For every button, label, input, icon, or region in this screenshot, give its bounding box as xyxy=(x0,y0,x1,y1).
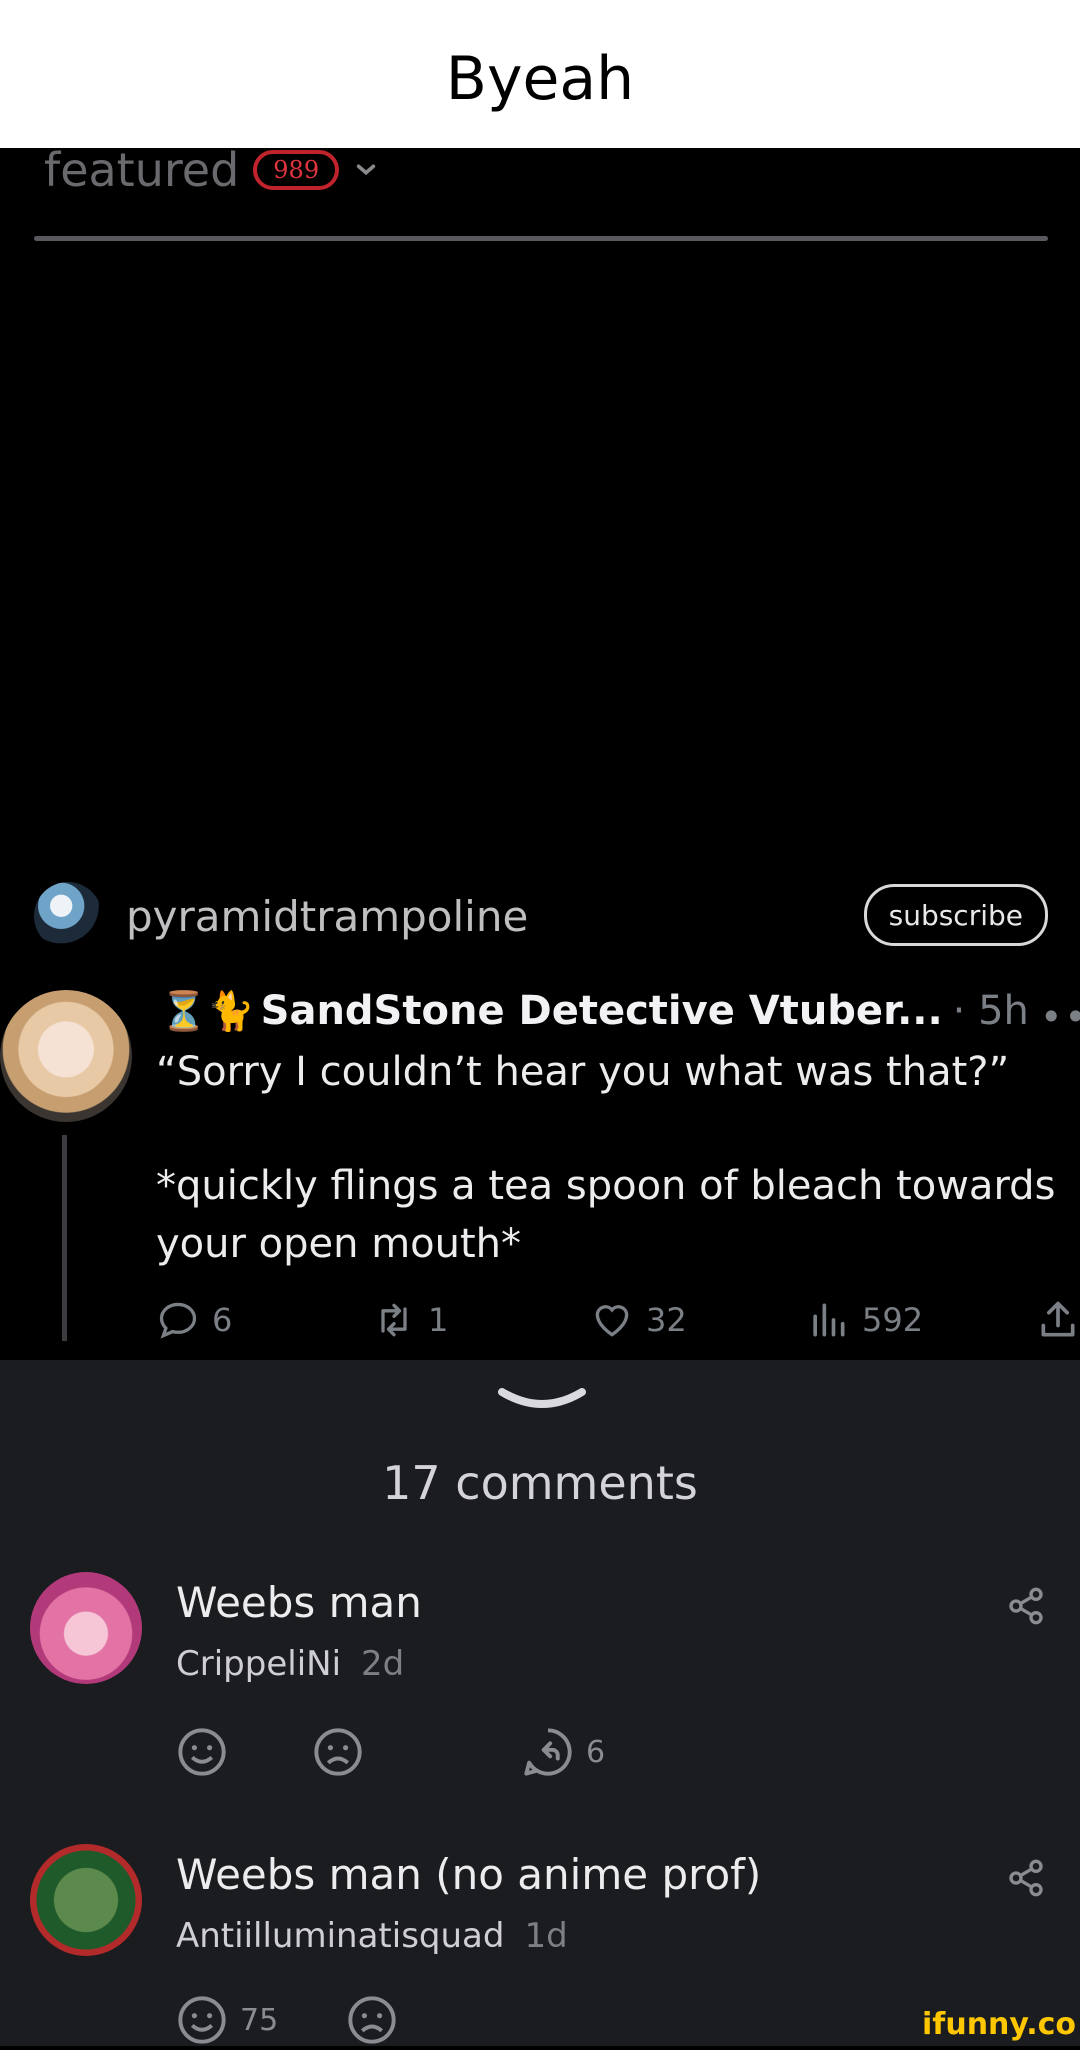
smile-icon xyxy=(178,1996,226,2044)
count-badge: 989 xyxy=(253,150,340,190)
reply-count: 6 xyxy=(212,1301,233,1339)
upload-share-icon xyxy=(1041,1301,1075,1337)
reply-bubble-icon xyxy=(524,1728,572,1776)
post-author-row: pyramidtrampoline subscribe xyxy=(34,880,1048,952)
top-bar: Byeah xyxy=(0,0,1080,148)
author-username[interactable]: pyramidtrampoline xyxy=(126,892,528,941)
heart-icon xyxy=(595,1305,629,1337)
share-action xyxy=(1036,1298,1080,1342)
comment-meta: Antiilluminatisquad 1d xyxy=(176,1916,568,1956)
tweet-line: “Sorry I couldn’t hear you what was that… xyxy=(156,1049,1010,1095)
tweet-header: ⏳🐈 SandStone Detective Vtuber... · 5h xyxy=(160,985,1029,1037)
chevron-down-icon[interactable] xyxy=(355,159,377,181)
like-count: 32 xyxy=(646,1301,687,1339)
comment-avatar[interactable] xyxy=(30,1572,142,1684)
reply-count: 6 xyxy=(586,1734,606,1770)
comment-reactions: 6 xyxy=(176,1726,776,1782)
smile-icon xyxy=(178,1728,226,1776)
frown-icon xyxy=(348,1996,396,2044)
feed-selector[interactable]: featured 989 xyxy=(44,140,377,200)
views-chart-icon xyxy=(813,1303,845,1337)
tweet-time: · 5h xyxy=(952,988,1029,1034)
views-count: 592 xyxy=(862,1301,924,1339)
frown-reaction[interactable] xyxy=(312,1726,376,1778)
reply-reaction[interactable]: 6 xyxy=(522,1726,605,1778)
feed-tab-label: featured xyxy=(44,143,240,197)
smile-reaction[interactable] xyxy=(176,1726,240,1778)
tweet-display-name: SandStone Detective Vtuber... xyxy=(260,988,943,1034)
feed-divider xyxy=(34,236,1048,241)
views-action: 592 xyxy=(806,1298,923,1342)
comment-author[interactable]: CrippeliNi xyxy=(176,1644,341,1684)
comment-time: 1d xyxy=(524,1916,568,1956)
smile-reaction[interactable]: 75 xyxy=(176,1994,278,2046)
share-icon[interactable] xyxy=(1006,1586,1046,1626)
comment-text: Weebs man xyxy=(176,1578,422,1627)
retweet-action: 1 xyxy=(372,1298,448,1342)
comments-panel: 17 comments Weebs man CrippeliNi 2d 6 Wee… xyxy=(0,1360,1080,2046)
share-icon[interactable] xyxy=(1006,1858,1046,1898)
comment-text: Weebs man (no anime prof) xyxy=(176,1850,762,1899)
like-action: 32 xyxy=(590,1298,687,1342)
page-title: Byeah xyxy=(445,44,635,114)
comment-meta: CrippeliNi 2d xyxy=(176,1644,404,1684)
frown-icon xyxy=(314,1728,362,1776)
more-icon: ••• xyxy=(1040,995,1080,1039)
tweet-body: “Sorry I couldn’t hear you what was that… xyxy=(156,1043,1056,1273)
subscribe-button[interactable]: subscribe xyxy=(863,884,1048,946)
author-avatar[interactable] xyxy=(34,882,102,950)
watermark-logo: ifunny.co xyxy=(922,2007,1076,2042)
thread-line xyxy=(62,1135,67,1341)
retweet-icon xyxy=(381,1303,407,1337)
smile-count: 75 xyxy=(240,2002,279,2038)
reply-icon xyxy=(159,1302,197,1339)
comment-avatar[interactable] xyxy=(30,1844,142,1956)
comment-reactions: 75 xyxy=(176,1994,776,2050)
name-emojis: ⏳🐈 xyxy=(160,988,255,1033)
comment-author[interactable]: Antiilluminatisquad xyxy=(176,1916,504,1956)
panel-handle-icon[interactable] xyxy=(496,1386,588,1416)
retweet-count: 1 xyxy=(428,1301,449,1339)
comment-time: 2d xyxy=(361,1644,405,1684)
tweet-avatar xyxy=(0,990,132,1122)
comments-count: 17 comments xyxy=(382,1456,698,1510)
tweet-actions: 6 1 32 592 xyxy=(156,1298,1080,1346)
frown-reaction[interactable] xyxy=(346,1994,410,2046)
reply-action: 6 xyxy=(156,1298,232,1342)
tweet-line: *quickly flings a tea spoon of bleach to… xyxy=(156,1163,1056,1267)
